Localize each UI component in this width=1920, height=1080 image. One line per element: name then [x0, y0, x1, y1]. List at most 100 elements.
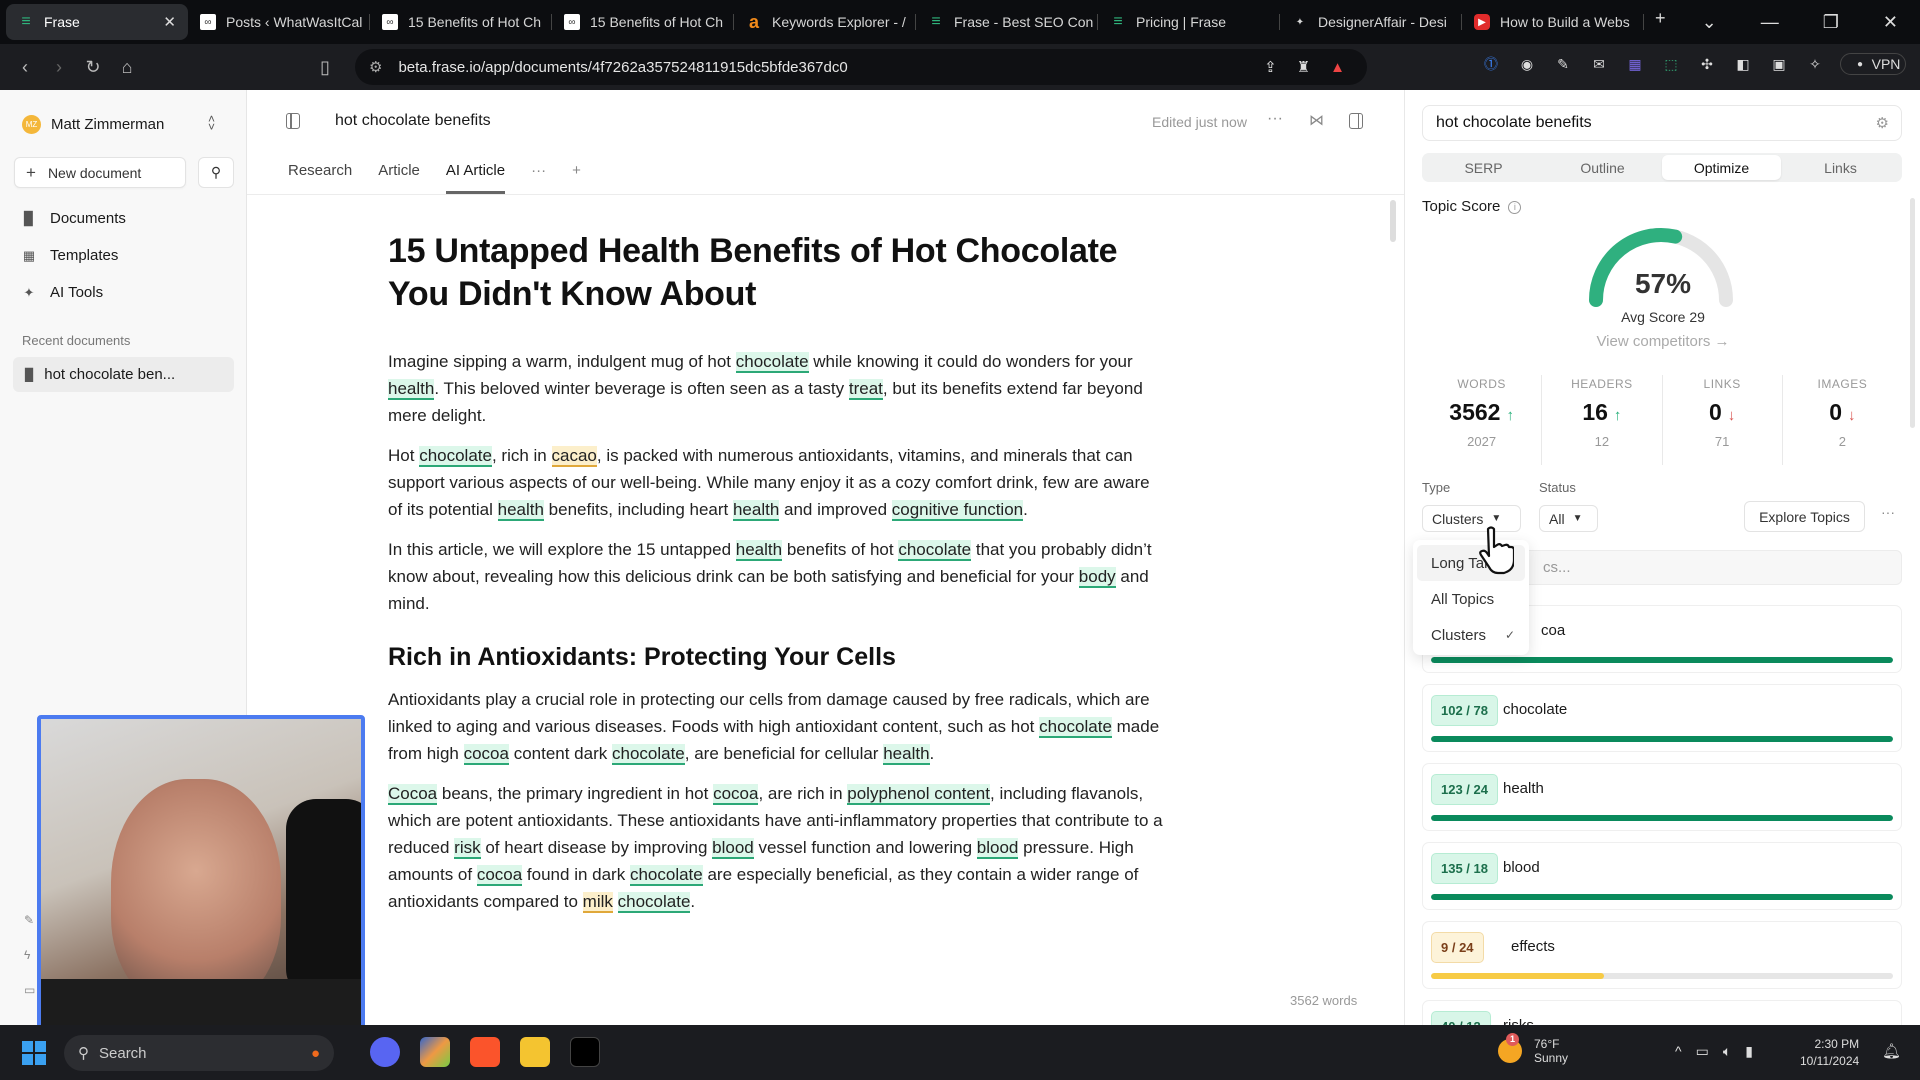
topic-highlight[interactable]: health [883, 744, 930, 765]
tab-more-icon[interactable]: ··· [531, 162, 546, 194]
more-options-icon[interactable]: ··· [1267, 110, 1283, 128]
brave-shield-icon[interactable]: ♜ [1297, 58, 1310, 76]
browser-tab[interactable]: ∞ 15 Benefits of Hot Ch [370, 4, 552, 40]
chevron-updown-icon[interactable]: ˄ ˅ [208, 113, 215, 133]
topic-card[interactable]: 9 / 24 effects [1422, 921, 1902, 989]
forward-button[interactable]: › [42, 57, 76, 78]
browser-tab[interactable]: a Keywords Explorer - / [734, 4, 916, 40]
topic-highlight[interactable]: health [735, 540, 783, 561]
sidebar-toggle-icon[interactable]: ◧ [1732, 53, 1754, 75]
topic-highlight[interactable]: risk [454, 838, 481, 859]
type-option[interactable]: All Topics [1417, 581, 1525, 617]
eyedropper-icon[interactable]: ✎ [1552, 53, 1574, 75]
topic-highlight[interactable]: blood [712, 838, 754, 859]
battery-icon[interactable]: ▮ [1745, 1043, 1753, 1060]
topic-highlight[interactable]: treat [848, 379, 883, 400]
topic-highlight[interactable]: cocoa [463, 744, 509, 765]
left-panel-toggle-icon[interactable] [286, 113, 300, 129]
leo-ai-icon[interactable]: ✧ [1804, 53, 1826, 75]
weather-widget[interactable]: 1 76°F Sunny [1498, 1033, 1568, 1065]
extensions-puzzle-icon[interactable]: ✣ [1696, 53, 1718, 75]
network-icon[interactable]: ▭ [1696, 1043, 1709, 1060]
tab-ai-article[interactable]: AI Article [445, 162, 506, 194]
topic-highlight[interactable]: cocoa [476, 865, 523, 886]
topic-highlight-partial[interactable]: cacao [551, 446, 597, 467]
tab-optimize[interactable]: Optimize [1662, 155, 1781, 180]
sidebar-item-documents[interactable]: ▉ Documents [22, 210, 126, 227]
screenshot-icon[interactable]: ⬚ [1660, 53, 1682, 75]
browser-tab[interactable]: ∞ Posts ‹ WhatWasItCal [188, 4, 370, 40]
wallet-icon[interactable]: ▣ [1768, 53, 1790, 75]
topic-highlight[interactable]: chocolate [611, 744, 685, 765]
recent-document-item[interactable]: ▉ hot chocolate ben... [13, 357, 234, 392]
browser-tab[interactable]: ✦ DesignerAffair - Desi [1280, 4, 1462, 40]
topic-highlight[interactable]: body [1078, 567, 1116, 588]
type-option[interactable]: Clusters ✓ [1417, 617, 1525, 653]
topic-highlight[interactable]: chocolate [898, 540, 972, 561]
reload-button[interactable]: ↻ [76, 57, 110, 78]
browser-tab[interactable]: ≡ Frase - Best SEO Con [916, 4, 1098, 40]
topic-highlight[interactable]: chocolate [419, 446, 492, 467]
explore-topics-button[interactable]: Explore Topics [1744, 501, 1865, 532]
app-copilot-icon[interactable] [420, 1037, 450, 1067]
close-window-button[interactable]: ✕ [1883, 12, 1898, 33]
bolt-icon[interactable]: ϟ [24, 948, 30, 962]
vpn-button[interactable]: ● VPN [1840, 53, 1906, 75]
sidebar-item-templates[interactable]: ▦ Templates [22, 247, 119, 264]
document-title[interactable]: hot chocolate benefits [335, 112, 491, 130]
browser-tab[interactable]: ∞ 15 Benefits of Hot Ch [552, 4, 734, 40]
search-button[interactable]: ⚲ [198, 157, 234, 188]
article-content[interactable]: 15 Untapped Health Benefits of Hot Choco… [388, 230, 1168, 928]
browser-tab[interactable]: ≡ Pricing | Frase [1098, 4, 1280, 40]
browser-tab[interactable]: ▶ How to Build a Webs [1462, 4, 1644, 40]
windows-start-button[interactable] [22, 1041, 46, 1065]
address-bar[interactable]: ⚙ beta.frase.io/app/documents/4f7262a357… [355, 49, 1367, 85]
tab-serp[interactable]: SERP [1424, 155, 1543, 180]
share-icon[interactable]: ⋈ [1309, 111, 1324, 129]
add-tab-button[interactable]: + [572, 162, 581, 194]
topic-highlight[interactable]: chocolate [1039, 717, 1112, 738]
more-options-icon[interactable]: ··· [1881, 504, 1895, 520]
status-select[interactable]: All ▼ [1539, 505, 1598, 532]
topic-highlight[interactable]: blood [976, 838, 1019, 859]
topic-highlight[interactable]: Cocoa [388, 784, 438, 805]
site-settings-icon[interactable]: ⚙ [369, 58, 382, 76]
right-panel-toggle-icon[interactable] [1349, 113, 1363, 129]
app-discord-icon[interactable] [370, 1037, 400, 1067]
topic-highlight[interactable]: polyphenol content [847, 784, 990, 805]
user-switcher[interactable]: MZ Matt Zimmerman [22, 115, 164, 134]
topic-card[interactable]: 40 / 12 risks [1422, 1000, 1902, 1025]
volume-icon[interactable]: 🔈︎ [1723, 1043, 1731, 1060]
sidebar-item-ai-tools[interactable]: ✦ AI Tools [22, 284, 104, 301]
minimize-button[interactable]: — [1761, 12, 1779, 33]
new-document-button[interactable]: + New document [14, 157, 186, 188]
send-extension-icon[interactable]: ✉ [1588, 53, 1610, 75]
taskbar-search[interactable]: ⚲ Search ● [64, 1035, 334, 1071]
topic-highlight[interactable]: health [497, 500, 544, 521]
topic-highlight[interactable]: cognitive function [891, 500, 1024, 521]
app-brave-icon[interactable] [470, 1037, 500, 1067]
topic-highlight[interactable]: cocoa [713, 784, 759, 805]
topic-card[interactable]: 135 / 18 blood [1422, 842, 1902, 910]
notification-bell-icon[interactable]: 🔔︎ [1882, 1042, 1901, 1060]
view-competitors-link[interactable]: View competitors → [1405, 333, 1920, 350]
share-icon[interactable]: ⇪ [1264, 58, 1277, 76]
topic-highlight-partial[interactable]: milk [582, 892, 613, 913]
tab-outline[interactable]: Outline [1543, 155, 1662, 180]
editor-scrollbar[interactable] [1390, 200, 1396, 242]
topic-highlight[interactable]: health [732, 500, 780, 521]
tab-links[interactable]: Links [1781, 155, 1900, 180]
chat-icon[interactable]: ▭ [24, 983, 35, 997]
tray-expand-icon[interactable]: ^ [1675, 1043, 1682, 1060]
topic-highlight[interactable]: chocolate [735, 352, 809, 373]
topic-card[interactable]: 123 / 24 health [1422, 763, 1902, 831]
bookmark-icon[interactable]: ▯ [308, 57, 342, 78]
drop-extension-icon[interactable]: ◉ [1516, 53, 1538, 75]
topic-card[interactable]: 102 / 78 chocolate [1422, 684, 1902, 752]
back-button[interactable]: ‹ [8, 57, 42, 78]
keyword-input[interactable]: hot chocolate benefits ⚙ [1422, 105, 1902, 141]
brave-rewards-icon[interactable]: ▲ [1330, 59, 1345, 76]
pin-icon[interactable]: ✎ [24, 913, 34, 927]
close-tab-icon[interactable]: ✕ [163, 13, 176, 31]
topic-highlight[interactable]: chocolate [617, 892, 691, 913]
